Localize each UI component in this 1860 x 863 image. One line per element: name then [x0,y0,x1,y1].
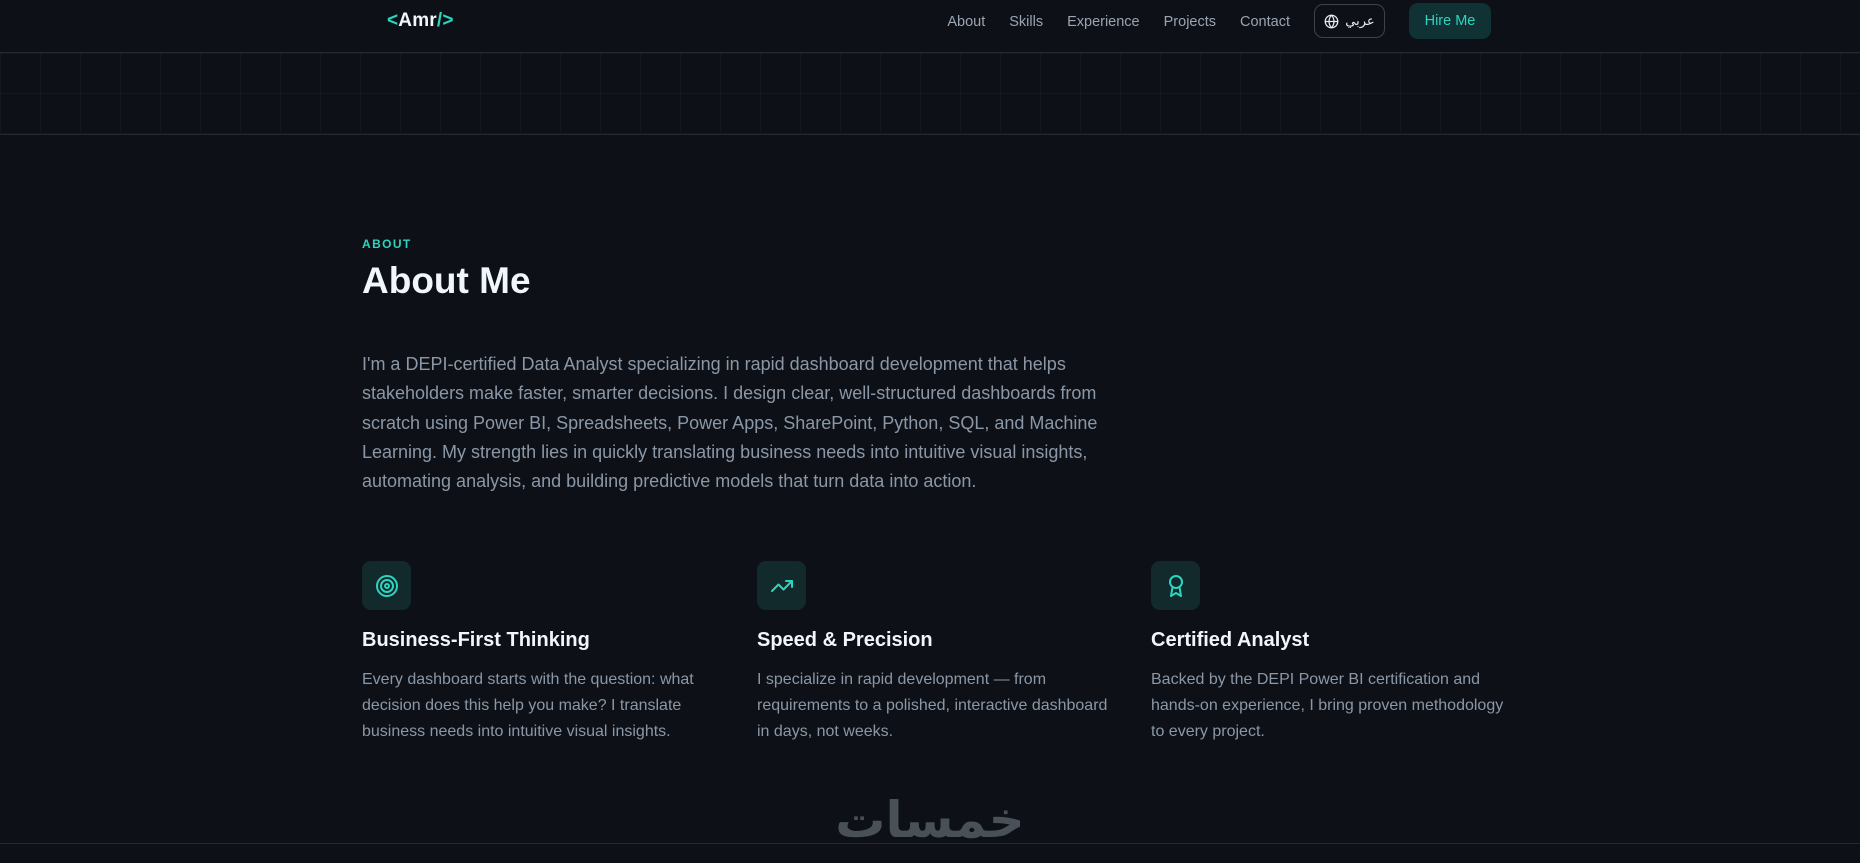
khamsat-watermark-logo: خمسات [835,793,1024,845]
section-eyebrow: ABOUT [362,237,412,251]
trending-up-icon [770,579,793,592]
feature-text: Every dashboard starts with the question… [362,671,694,740]
watermark-text: خمسات [835,793,1024,845]
award-icon [1168,574,1183,597]
nav-link-experience[interactable]: Experience [1067,14,1140,30]
logo[interactable]: <Amr/> [387,10,454,32]
feature-text: I specialize in rapid development — from… [757,671,1108,740]
logo-bracket-close: /> [436,10,454,31]
hire-me-button[interactable]: Hire Me [1409,3,1491,39]
section-title: About Me [362,260,531,301]
navbar: <Amr/> About Skills Experience Projects … [0,0,1860,53]
footer-divider [0,843,1860,844]
feature-card-speed-precision: Speed & Precision I specialize in rapid … [757,561,1117,745]
feature-card-business-first: Business-First Thinking Every dashboard … [362,561,722,745]
language-toggle-button[interactable]: عربي [1314,4,1385,38]
feature-title: Speed & Precision [757,629,933,651]
logo-text: Amr [398,10,437,31]
hero-grid-band [0,53,1860,135]
logo-bracket-open: < [387,10,399,31]
feature-title: Certified Analyst [1151,629,1310,651]
nav-link-skills[interactable]: Skills [1009,14,1043,30]
feature-card-certified-analyst: Certified Analyst Backed by the DEPI Pow… [1151,561,1511,745]
globe-icon [1324,14,1339,28]
target-icon [375,574,398,597]
feature-icon-box [757,561,806,610]
about-paragraph: I'm a DEPI-certified Data Analyst specia… [362,354,1098,492]
feature-text: Backed by the DEPI Power BI certificatio… [1151,671,1504,740]
nav-link-projects[interactable]: Projects [1164,14,1216,30]
feature-icon-box [362,561,411,610]
feature-icon-box [1151,561,1200,610]
feature-title: Business-First Thinking [362,629,590,651]
nav-link-about[interactable]: About [947,14,985,30]
language-label: عربي [1345,13,1375,29]
nav-links: About Skills Experience Projects Contact [947,0,1290,43]
nav-link-contact[interactable]: Contact [1240,14,1290,30]
